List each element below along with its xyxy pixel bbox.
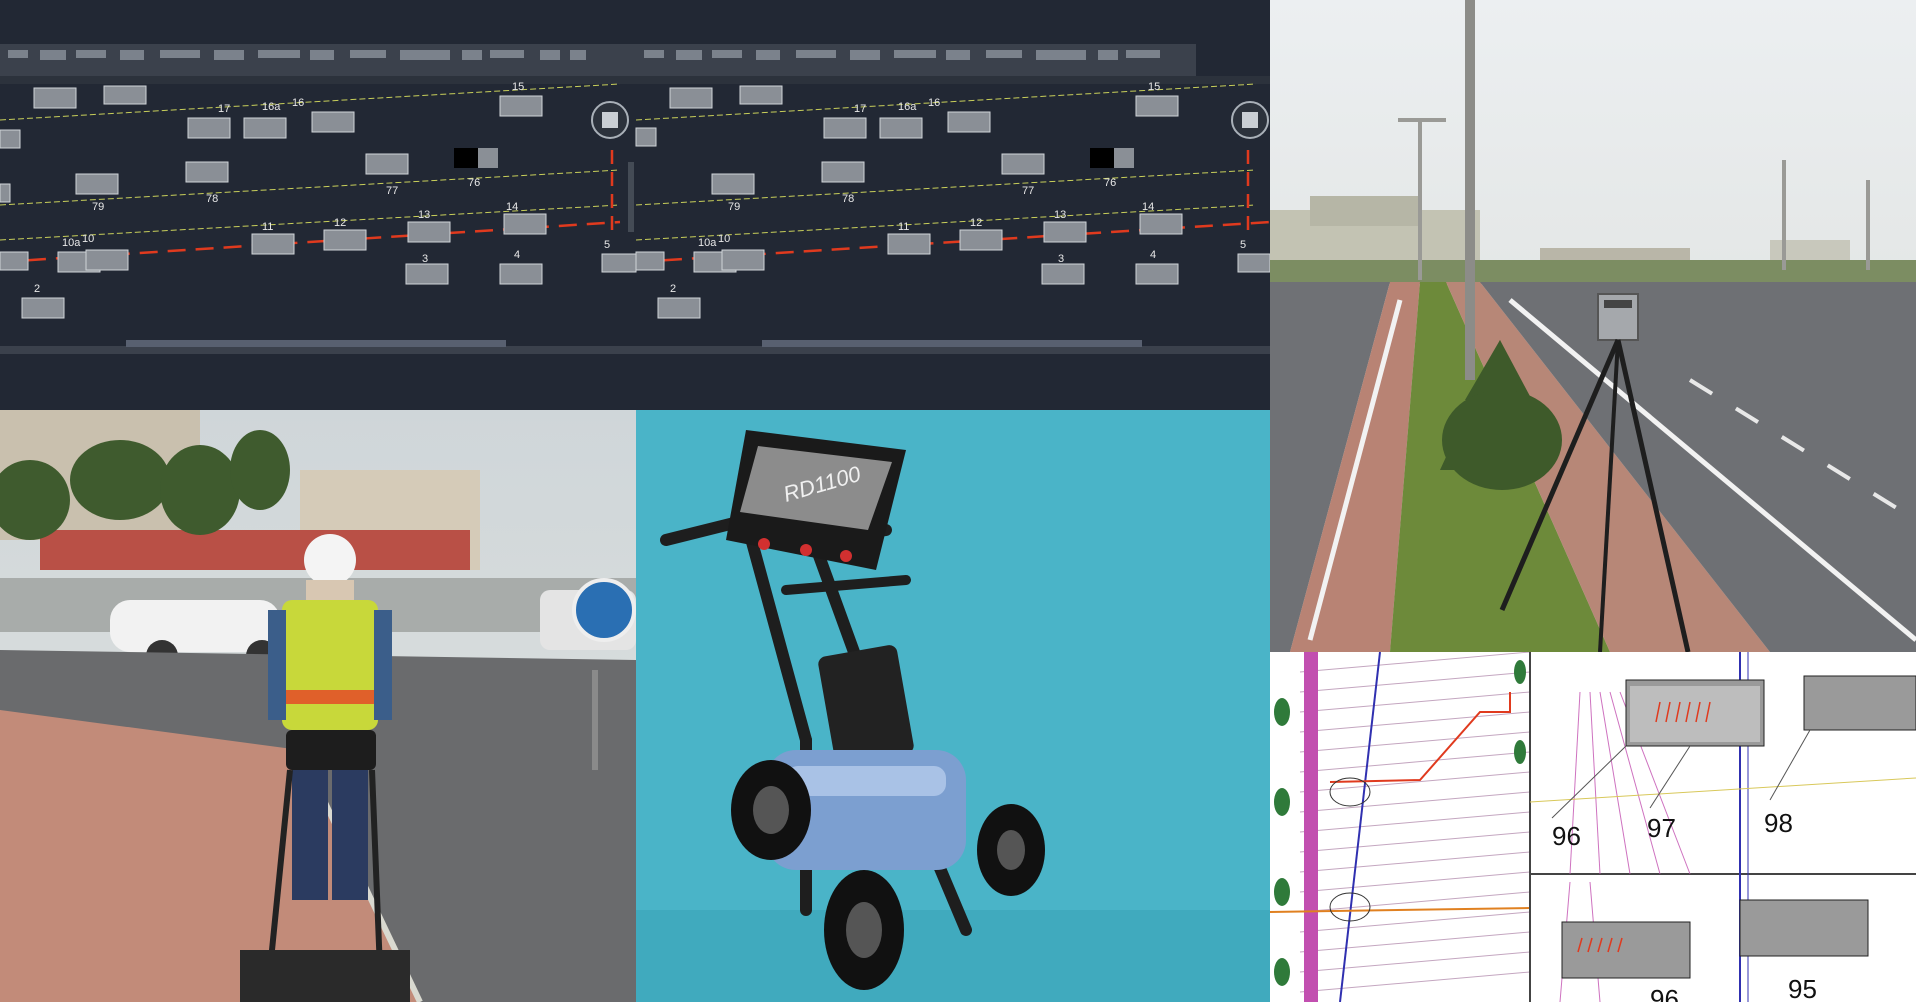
cad-drawing-panel: 15 17 16a 16 76 77 78 79 10a 10 11 12 13…	[0, 0, 1270, 410]
cad-label: 16a	[262, 101, 281, 113]
cad-command-line[interactable]	[126, 340, 506, 347]
cad-label: 4	[1150, 249, 1156, 261]
cad-label: 76	[468, 177, 480, 189]
cad-label: 16	[292, 97, 304, 109]
plan-label: 95	[1788, 974, 1817, 1002]
cad-label: 3	[422, 253, 428, 265]
radargram-image	[1561, 921, 1691, 979]
cad-label: 10a	[698, 237, 717, 249]
cad-command-line[interactable]	[762, 340, 1142, 347]
cad-label: 11	[262, 221, 273, 233]
cad-label: 78	[842, 193, 854, 205]
radargram-image	[1625, 679, 1765, 747]
cad-label: 14	[506, 201, 518, 213]
cad-label: 77	[1022, 185, 1034, 197]
cad-label: 77	[386, 185, 398, 197]
cad-label: 11	[898, 221, 909, 233]
radargram-image	[1739, 899, 1869, 957]
cad-label: 12	[970, 217, 982, 229]
gpr-plan-drawing: 96 97 98 95 96	[1270, 652, 1916, 1002]
cad-label: 2	[670, 283, 676, 295]
cad-label: 79	[92, 201, 104, 213]
cad-label: 15	[512, 81, 524, 93]
gpr-product-image: RD1100	[636, 410, 1270, 1002]
cad-label: 16	[928, 97, 940, 109]
plan-label: 97	[1647, 813, 1676, 843]
plan-label: 96	[1650, 984, 1679, 1002]
cad-label: 13	[1054, 209, 1066, 221]
cad-drawing: 15 17 16a 16 76 77 78 79 10a 10 11 12 13…	[0, 0, 1270, 410]
cad-label: 5	[604, 239, 610, 251]
cad-label: 17	[854, 103, 866, 115]
cad-label: 3	[1058, 253, 1064, 265]
radargram-image	[1803, 675, 1916, 731]
cad-label: 10a	[62, 237, 81, 249]
cad-label: 17	[218, 103, 230, 115]
cad-label: 76	[1104, 177, 1116, 189]
cad-label: 10	[82, 233, 94, 245]
cad-label: 15	[1148, 81, 1160, 93]
cad-label: 79	[728, 201, 740, 213]
cad-label: 2	[34, 283, 40, 295]
cad-label: 10	[718, 233, 730, 245]
cad-label: 14	[1142, 201, 1154, 213]
cad-label: 16a	[898, 101, 917, 113]
cad-label: 13	[418, 209, 430, 221]
cad-status-bar[interactable]	[0, 346, 636, 354]
gpr-survey-worker-photo	[0, 410, 636, 1002]
cad-status-bar[interactable]	[636, 346, 1270, 354]
cad-label: 12	[334, 217, 346, 229]
laser-scanner-road-photo	[1270, 0, 1916, 652]
plan-label: 96	[1552, 821, 1581, 851]
cad-label: 78	[206, 193, 218, 205]
cad-label: 4	[514, 249, 520, 261]
plan-label: 98	[1764, 808, 1793, 838]
cad-label: 5	[1240, 239, 1246, 251]
